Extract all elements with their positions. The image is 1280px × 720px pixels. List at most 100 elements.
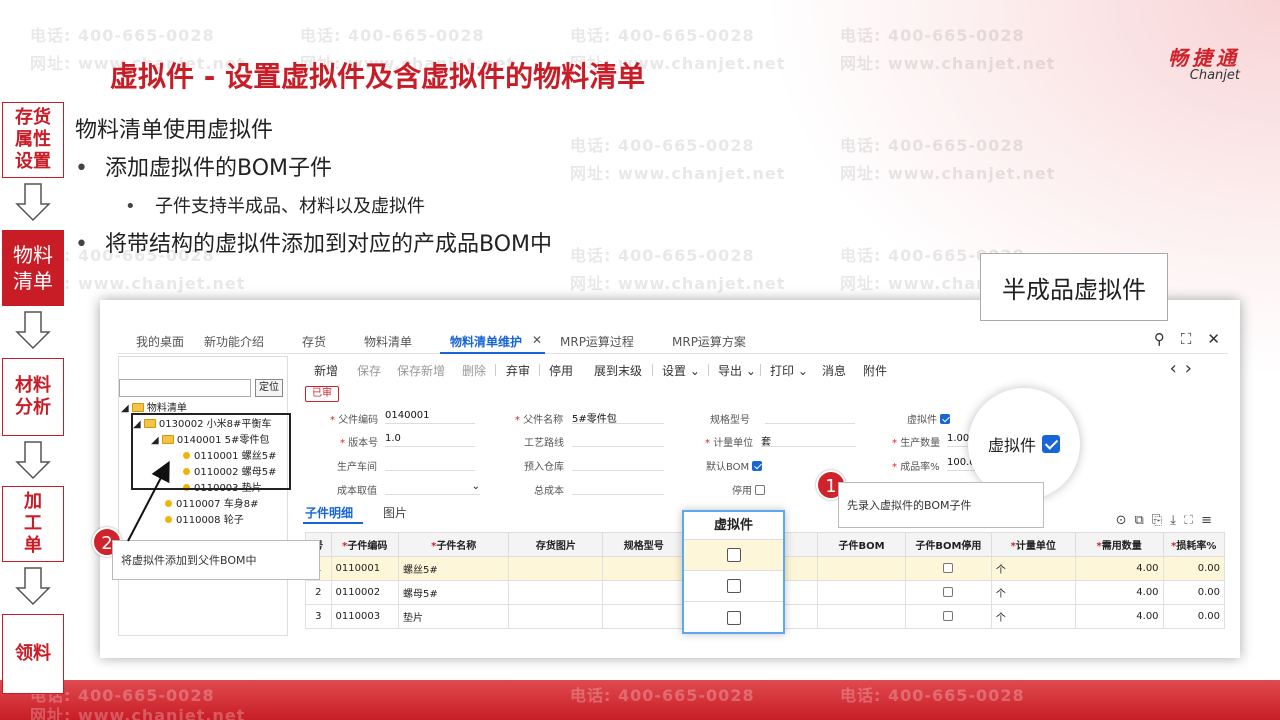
cell-child-bom-disabled[interactable] xyxy=(904,580,992,605)
flow-arrow-down-icon xyxy=(15,441,51,480)
tab-inventory[interactable]: 存货 xyxy=(302,333,326,350)
prev-record-icon[interactable]: ‹ xyxy=(1170,358,1185,379)
cell-name[interactable]: 螺丝5# xyxy=(397,556,510,581)
paste-icon[interactable]: ⎘ xyxy=(1152,513,1170,528)
phantom-row-cell[interactable] xyxy=(684,571,783,602)
search-icon[interactable]: ⚲ xyxy=(1154,330,1165,348)
cell-image[interactable] xyxy=(508,556,604,581)
step-1-note: 先录入虚拟件的BOM子件 xyxy=(838,482,1044,528)
cell-loss[interactable]: 0.00 xyxy=(1162,580,1226,605)
tab-mrp-plan[interactable]: MRP运算方案 xyxy=(672,333,746,350)
tab-child-details[interactable]: 子件明细 xyxy=(305,504,353,521)
tab-bom[interactable]: 物料清单 xyxy=(364,333,412,350)
add-button[interactable]: 新增 xyxy=(314,362,338,379)
expand-icon[interactable]: ◢ xyxy=(121,403,129,414)
next-record-icon[interactable]: › xyxy=(1185,358,1200,379)
cell-qty[interactable]: 4.00 xyxy=(1074,604,1164,629)
col-unit[interactable]: *计量单位 xyxy=(990,532,1076,557)
cell-unit[interactable]: 个 xyxy=(990,604,1076,629)
phantom-row-checkbox[interactable] xyxy=(726,548,741,562)
fullscreen-icon[interactable]: ⛶ xyxy=(1184,513,1201,528)
cell-image[interactable] xyxy=(508,580,604,605)
col-child-code[interactable]: *子件编码 xyxy=(330,532,400,557)
col-loss[interactable]: *损耗率% xyxy=(1162,532,1226,557)
phantom-column-zoom-header: 虚拟件 xyxy=(684,512,783,540)
delete-button[interactable]: 删除 xyxy=(462,362,486,379)
cell-name[interactable]: 螺母5# xyxy=(397,580,510,605)
child-bom-disabled-checkbox[interactable] xyxy=(943,562,954,573)
child-bom-disabled-checkbox[interactable] xyxy=(943,610,954,621)
tab-my-desktop[interactable]: 我的桌面 xyxy=(136,333,184,350)
col-child-bom-disabled[interactable]: 子件BOM停用 xyxy=(904,532,992,557)
tree-search-input[interactable] xyxy=(119,379,251,397)
child-bom-disabled-checkbox[interactable] xyxy=(943,586,954,597)
tree-node-wheel[interactable]: 0110008 轮子 xyxy=(176,515,244,526)
tab-bom-maintenance[interactable]: 物料清单维护 xyxy=(450,333,522,350)
locate-button[interactable]: 定位 xyxy=(255,379,283,397)
locate-icon[interactable]: ⊙ xyxy=(1116,513,1135,528)
save-button[interactable]: 保存 xyxy=(357,362,381,379)
version-field[interactable]: 1.0 xyxy=(385,433,475,447)
cell-unit[interactable]: 个 xyxy=(990,580,1076,605)
col-child-name[interactable]: *子件名称 xyxy=(397,532,510,557)
col-spec[interactable]: 规格型号 xyxy=(602,532,686,557)
cell-code[interactable]: 0110001 xyxy=(330,556,400,581)
cell-child-bom[interactable] xyxy=(817,580,906,605)
col-qty[interactable]: *需用数量 xyxy=(1074,532,1164,557)
cell-qty[interactable]: 4.00 xyxy=(1074,556,1164,581)
cost-select[interactable]: ⌄ xyxy=(385,481,480,495)
save-new-button[interactable]: 保存新增 xyxy=(397,362,445,379)
cell-child-bom[interactable] xyxy=(817,604,906,629)
unapprove-button[interactable]: 弃审 xyxy=(506,362,530,379)
cell-code[interactable]: 0110002 xyxy=(330,580,400,605)
tab-mrp-process[interactable]: MRP运算过程 xyxy=(560,333,634,350)
expand-to-last-button[interactable]: 展到末级 xyxy=(594,362,642,379)
parent-code-field[interactable]: 0140001 xyxy=(385,410,475,424)
total-cost-field[interactable] xyxy=(572,481,664,495)
format-icon[interactable]: ≡ xyxy=(1201,513,1220,528)
route-field[interactable] xyxy=(572,433,664,447)
phantom-row-checkbox[interactable] xyxy=(726,579,741,593)
cell-child-bom[interactable] xyxy=(817,556,906,581)
disabled-checkbox[interactable] xyxy=(755,485,766,495)
phantom-checkbox[interactable] xyxy=(940,414,951,424)
phantom-row-cell[interactable] xyxy=(684,602,783,633)
cell-unit[interactable]: 个 xyxy=(990,556,1076,581)
cell-spec[interactable] xyxy=(602,604,686,629)
cell-qty[interactable]: 4.00 xyxy=(1074,580,1164,605)
settings-menu[interactable]: 设置 ⌄ xyxy=(662,362,700,379)
phantom-row-cell[interactable] xyxy=(684,540,783,571)
tab-new-features[interactable]: 新功能介绍 xyxy=(204,333,264,350)
cell-image[interactable] xyxy=(508,604,604,629)
copy-icon[interactable]: ⧉ xyxy=(1135,513,1152,528)
tab-images[interactable]: 图片 xyxy=(383,504,407,521)
phantom-row-checkbox[interactable] xyxy=(726,610,741,625)
disable-button[interactable]: 停用 xyxy=(549,362,573,379)
warehouse-field[interactable] xyxy=(572,457,664,471)
print-menu[interactable]: 打印 ⌄ xyxy=(770,362,808,379)
workshop-field[interactable] xyxy=(385,457,475,471)
cell-child-bom-disabled[interactable] xyxy=(904,556,992,581)
export-menu[interactable]: 导出 ⌄ xyxy=(718,362,756,379)
col-image[interactable]: 存货图片 xyxy=(508,532,604,557)
unit-field[interactable]: 套 xyxy=(761,433,856,448)
phantom-column-zoom: 虚拟件 xyxy=(682,510,785,634)
export-icon[interactable]: ⤓ xyxy=(1170,513,1184,528)
cell-loss[interactable]: 0.00 xyxy=(1162,604,1226,629)
cell-name[interactable]: 垫片 xyxy=(397,604,510,629)
cell-spec[interactable] xyxy=(602,580,686,605)
cell-loss[interactable]: 0.00 xyxy=(1162,556,1226,581)
cell-spec[interactable] xyxy=(602,556,686,581)
maximize-icon[interactable]: ⛶ xyxy=(1181,330,1192,348)
spec-field[interactable] xyxy=(765,410,855,424)
attachment-button[interactable]: 附件 xyxy=(863,362,887,379)
close-icon[interactable]: ✕ xyxy=(532,333,542,347)
close-window-icon[interactable]: ✕ xyxy=(1207,330,1220,348)
message-button[interactable]: 消息 xyxy=(822,362,846,379)
parent-name-field[interactable]: 5#零件包 xyxy=(572,410,664,425)
cell-code[interactable]: 0110003 xyxy=(330,604,400,629)
default-bom-checkbox[interactable] xyxy=(752,461,763,471)
col-child-bom[interactable]: 子件BOM xyxy=(817,532,906,557)
tree-node-body[interactable]: 0110007 车身8# xyxy=(176,499,258,510)
cell-child-bom-disabled[interactable] xyxy=(904,604,992,629)
